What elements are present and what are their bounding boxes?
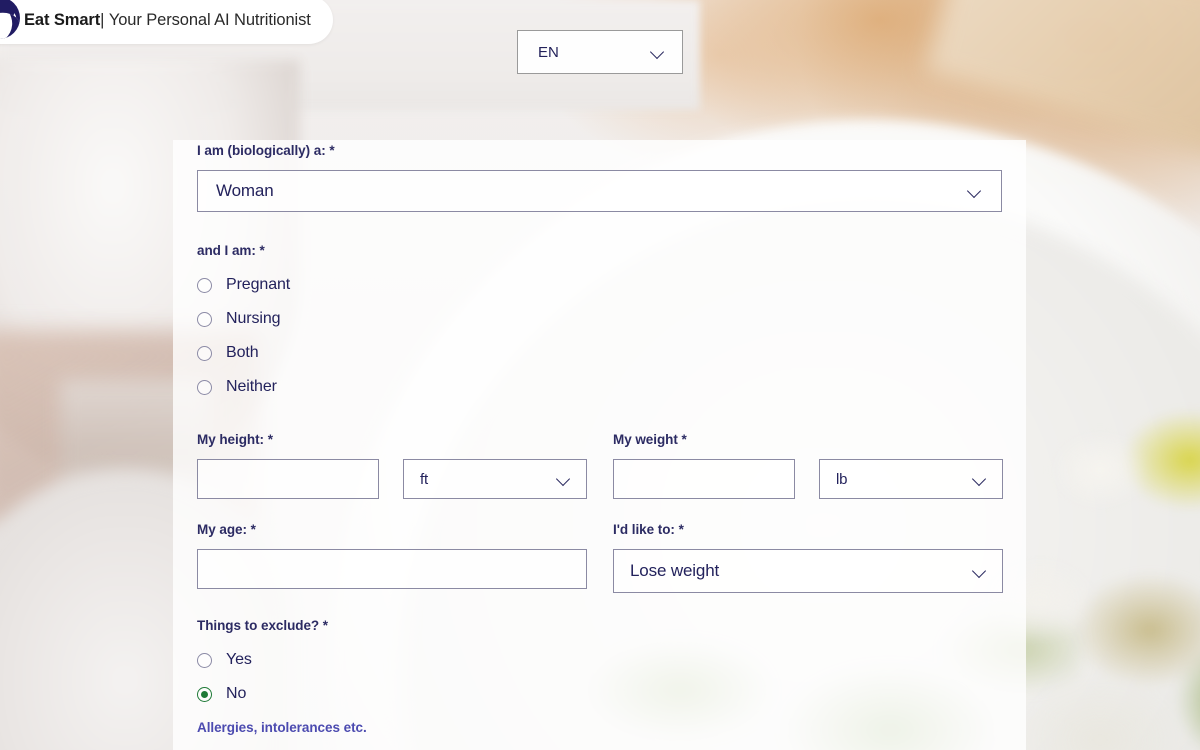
language-select[interactable]: EN xyxy=(517,30,683,74)
radio-icon xyxy=(197,311,212,327)
height-unit-select[interactable]: ft xyxy=(403,459,587,499)
page-root: Eat Smart| Your Personal AI Nutritionist… xyxy=(0,0,1200,750)
status-radio-neither[interactable]: Neither xyxy=(197,370,1002,404)
brand-name: Eat Smart xyxy=(24,10,101,29)
exclude-radio-no[interactable]: No xyxy=(197,677,1002,711)
weight-label: My weight * xyxy=(613,432,687,447)
exclude-radio-label: No xyxy=(226,685,247,702)
chevron-down-icon xyxy=(557,472,572,487)
exclude-label: Things to exclude? * xyxy=(197,618,329,633)
status-radio-pregnant[interactable]: Pregnant xyxy=(197,268,1002,302)
status-radio-label: Nursing xyxy=(226,310,281,327)
gender-field: I am (biologically) a: * Woman xyxy=(197,140,1002,212)
exclude-radio-label: Yes xyxy=(226,651,252,668)
status-label: and I am: * xyxy=(197,243,265,258)
status-radio-group: Pregnant Nursing Both Neither xyxy=(197,268,1002,404)
goal-label: I'd like to: * xyxy=(613,522,684,537)
status-radio-label: Neither xyxy=(226,378,277,395)
exclude-radio-yes[interactable]: Yes xyxy=(197,643,1002,677)
exclude-hint: Allergies, intolerances etc. xyxy=(197,720,367,735)
status-radio-label: Both xyxy=(226,344,259,361)
goal-select-value: Lose weight xyxy=(630,561,720,580)
status-radio-label: Pregnant xyxy=(226,276,291,293)
gender-select-value: Woman xyxy=(216,181,274,200)
height-weight-row: My height: * ft My weight * lb xyxy=(197,432,1003,499)
height-unit-value: ft xyxy=(420,470,429,488)
goal-select[interactable]: Lose weight xyxy=(613,549,1003,593)
radio-icon xyxy=(197,652,212,668)
status-radio-both[interactable]: Both xyxy=(197,336,1002,370)
weight-field: My weight * lb xyxy=(613,432,1003,499)
weight-unit-select[interactable]: lb xyxy=(819,459,1003,499)
age-label: My age: * xyxy=(197,522,256,537)
eat-smart-circle-logo-icon xyxy=(0,0,20,39)
exclude-radio-group: Yes No xyxy=(197,643,1002,711)
exclude-field: Things to exclude? * Yes No Allergies, i… xyxy=(197,618,1002,735)
gender-select[interactable]: Woman xyxy=(197,170,1002,212)
brand-header[interactable]: Eat Smart| Your Personal AI Nutritionist xyxy=(0,0,333,44)
height-label: My height: * xyxy=(197,432,273,447)
weight-input[interactable] xyxy=(613,459,795,499)
chevron-down-icon xyxy=(651,45,666,60)
brand-text: Eat Smart| Your Personal AI Nutritionist xyxy=(24,11,311,30)
height-input[interactable] xyxy=(197,459,379,499)
status-field: and I am: * Pregnant Nursing Both Neithe… xyxy=(197,243,1002,404)
radio-icon xyxy=(197,345,212,361)
language-select-value: EN xyxy=(538,43,559,61)
height-field: My height: * ft xyxy=(197,432,587,499)
logo-swoosh-icon xyxy=(0,5,20,39)
brand-tagline: Your Personal AI Nutritionist xyxy=(108,10,311,29)
brand-separator: | xyxy=(100,10,105,29)
age-field: My age: * xyxy=(197,522,587,593)
onboarding-form-panel: I am (biologically) a: * Woman and I am:… xyxy=(173,140,1026,750)
gender-label: I am (biologically) a: * xyxy=(197,143,335,158)
goal-field: I'd like to: * Lose weight xyxy=(613,522,1003,593)
chevron-down-icon xyxy=(973,564,988,579)
status-radio-nursing[interactable]: Nursing xyxy=(197,302,1002,336)
radio-checked-icon xyxy=(197,686,212,702)
chevron-down-icon xyxy=(968,184,983,199)
radio-icon xyxy=(197,277,212,293)
age-goal-row: My age: * I'd like to: * Lose weight xyxy=(197,522,1003,593)
weight-unit-value: lb xyxy=(836,470,848,488)
age-input[interactable] xyxy=(197,549,587,589)
radio-icon xyxy=(197,379,212,395)
chevron-down-icon xyxy=(973,472,988,487)
